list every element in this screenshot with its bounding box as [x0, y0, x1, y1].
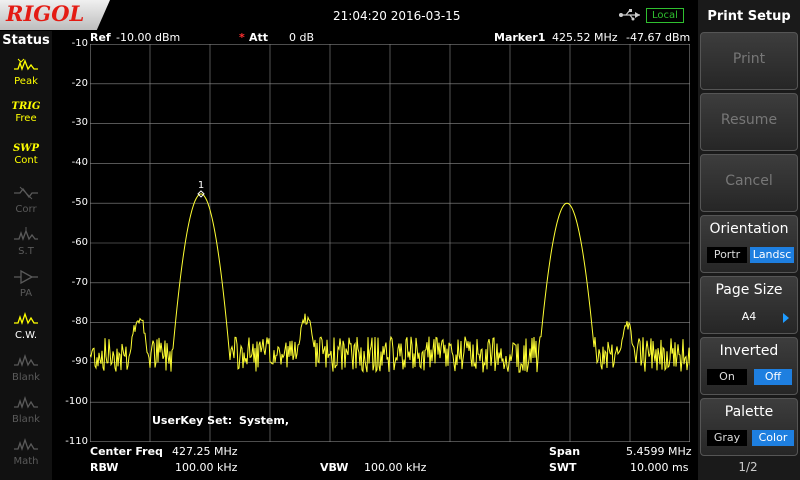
rbw-value: 100.00 kHz	[175, 461, 238, 474]
measurement-header: Ref -10.00 dBm * Att 0 dB Marker1 425.52…	[52, 31, 698, 45]
rigol-logo: RIGOL	[0, 0, 110, 30]
print-button[interactable]: Print	[700, 32, 798, 90]
menu-title: Print Setup	[707, 9, 791, 24]
cancel-label: Cancel	[725, 173, 773, 189]
y-label: -60	[71, 237, 88, 248]
blank-wave-icon	[14, 353, 38, 368]
orientation-portrait-option[interactable]: Portr	[707, 247, 747, 263]
status-peak: Peak	[6, 57, 46, 95]
att-value: 0 dB	[289, 31, 315, 44]
inverted-off-option[interactable]: Off	[754, 369, 792, 385]
peak-wave-icon	[14, 58, 38, 71]
status-swp-label: SWP	[13, 143, 39, 154]
palette-title: Palette	[724, 404, 774, 420]
inverted-button[interactable]: Inverted On Off	[700, 337, 798, 395]
page-size-title: Page Size	[715, 282, 783, 298]
date-time: 21:04:20 2016-03-15	[333, 9, 461, 23]
status-cw-label: C.W.	[14, 330, 38, 341]
status-panel: Status Peak TRIG Free SWP Cont Corr S.T	[0, 31, 52, 480]
status-corr: Corr	[6, 185, 46, 223]
softkey-menu: Print Setup Print Resume Cancel Orientat…	[698, 0, 800, 480]
y-label: -80	[71, 316, 88, 327]
vbw-value: 100.00 kHz	[364, 461, 427, 474]
marker-label: Marker1	[494, 31, 546, 44]
vbw-label: VBW	[320, 461, 349, 474]
palette-gray-option[interactable]: Gray	[707, 430, 747, 446]
status-trig-value: Free	[15, 113, 37, 124]
status-trig: TRIG Free	[6, 101, 46, 139]
status-st: S.T	[6, 227, 46, 265]
orientation-landscape-option[interactable]: Landsc	[750, 247, 794, 263]
marker-level: -47.67 dBm	[626, 31, 691, 44]
palette-color-option[interactable]: Color	[752, 430, 794, 446]
y-label: -10	[71, 38, 88, 49]
usb-icon	[619, 9, 640, 21]
swt-label: SWT	[549, 461, 577, 474]
y-label: -40	[71, 157, 88, 168]
y-label: -30	[71, 117, 88, 128]
rbw-label: RBW	[90, 461, 119, 474]
y-label: -100	[65, 396, 88, 407]
status-swp-value: Cont	[14, 155, 38, 166]
marker-frequency: 425.52 MHz	[552, 31, 618, 44]
y-label: -50	[71, 197, 88, 208]
blank-wave-icon	[14, 395, 38, 410]
resume-label: Resume	[720, 112, 778, 128]
status-trig-label: TRIG	[11, 101, 41, 112]
spectrum-plot[interactable]: 1	[90, 44, 690, 442]
att-label: Att	[249, 31, 269, 44]
s-t-icon	[14, 227, 38, 241]
orientation-button[interactable]: Orientation Portr Landsc	[700, 215, 798, 273]
menu-page-number: 1/2	[738, 460, 758, 474]
arrow-right-icon	[783, 313, 789, 323]
status-math-label: Math	[13, 456, 39, 467]
userkey-label: UserKey Set:	[152, 414, 233, 427]
page-size-button[interactable]: Page Size A4	[700, 276, 798, 334]
inverted-title: Inverted	[719, 343, 779, 359]
logo-text: RIGOL	[6, 1, 85, 26]
status-blank-2: Blank	[6, 395, 46, 433]
status-blank-1: Blank	[6, 353, 46, 391]
status-title: Status	[2, 33, 50, 48]
math-wave-icon	[14, 437, 38, 452]
resume-button[interactable]: Resume	[700, 93, 798, 151]
y-label: -110	[65, 436, 88, 447]
y-label: -70	[71, 277, 88, 288]
status-corr-label: Corr	[15, 204, 37, 215]
status-blank-1-label: Blank	[12, 372, 40, 383]
span-value: 5.4599 MHz	[626, 445, 692, 458]
local-status-badge: Local	[646, 8, 684, 23]
palette-button[interactable]: Palette Gray Color	[700, 398, 798, 456]
status-st-label: S.T	[18, 246, 34, 257]
orientation-title: Orientation	[709, 221, 789, 237]
y-label: -90	[71, 356, 88, 367]
inverted-on-option[interactable]: On	[707, 369, 747, 385]
center-freq-label: Center Freq	[90, 445, 163, 458]
status-math: Math	[6, 437, 46, 475]
print-label: Print	[732, 51, 766, 67]
status-swp: SWP Cont	[6, 143, 46, 181]
corr-icon	[14, 186, 38, 200]
status-pa-label: PA	[19, 288, 33, 299]
status-peak-label: Peak	[14, 76, 38, 87]
ref-value: -10.00 dBm	[116, 31, 181, 44]
marker-number: 1	[198, 180, 204, 191]
pa-icon	[14, 269, 38, 285]
cancel-button[interactable]: Cancel	[700, 154, 798, 212]
center-freq-value: 427.25 MHz	[172, 445, 238, 458]
userkey-value: System,	[239, 414, 289, 427]
y-label: -20	[71, 78, 88, 89]
top-bar: RIGOL 21:04:20 2016-03-15 Local	[0, 0, 698, 31]
swt-value: 10.000 ms	[630, 461, 689, 474]
status-cw: C.W.	[6, 311, 46, 349]
span-label: Span	[549, 445, 581, 458]
ref-label: Ref	[90, 31, 111, 44]
status-pa: PA	[6, 269, 46, 307]
att-asterisk: *	[239, 31, 245, 44]
cw-wave-icon	[14, 311, 38, 326]
status-blank-2-label: Blank	[12, 414, 40, 425]
